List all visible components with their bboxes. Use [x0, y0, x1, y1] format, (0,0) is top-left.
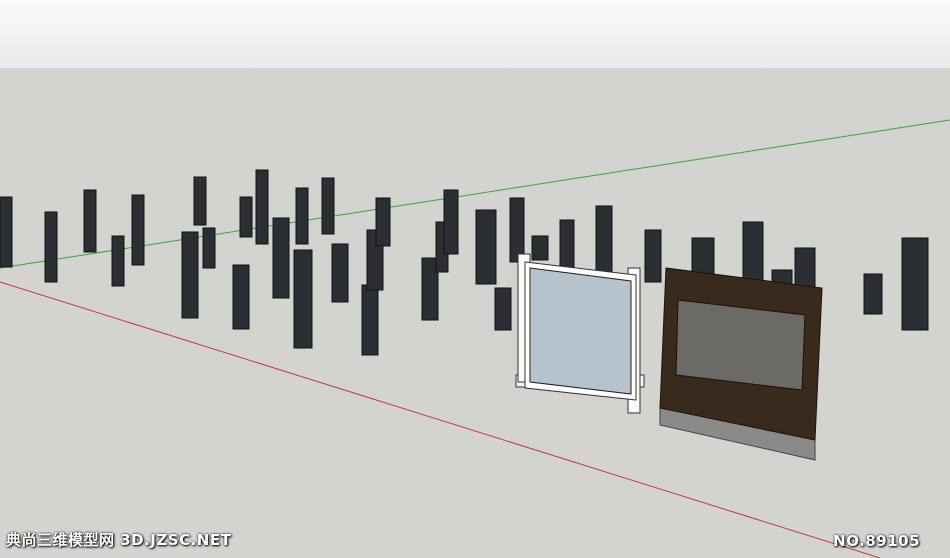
lattice-panel[interactable]: [361, 284, 379, 356]
lattice-panel[interactable]: [559, 219, 575, 271]
lattice-panel[interactable]: [901, 237, 929, 331]
lattice-panel[interactable]: [644, 229, 662, 283]
lattice-panel[interactable]: [232, 264, 250, 330]
lattice-panel[interactable]: [83, 189, 97, 253]
model-viewport[interactable]: [0, 0, 950, 558]
lattice-panel[interactable]: [443, 189, 459, 255]
white-screen[interactable]: [515, 253, 645, 414]
lattice-panel[interactable]: [494, 287, 512, 331]
lattice-panel[interactable]: [331, 243, 349, 303]
lattice-panel[interactable]: [295, 187, 309, 245]
lattice-panel[interactable]: [293, 249, 313, 349]
lattice-panel[interactable]: [595, 205, 613, 273]
lattice-panel[interactable]: [193, 176, 207, 226]
lattice-panel[interactable]: [863, 273, 883, 315]
lattice-panel[interactable]: [202, 227, 216, 269]
watermark-left: 典尚三维模型网 3D.JZSC.NET: [6, 531, 232, 549]
lattice-panel[interactable]: [131, 194, 145, 266]
watermark-right: NO.89105: [833, 532, 920, 550]
lattice-panel[interactable]: [375, 197, 391, 247]
lattice-panel[interactable]: [509, 197, 525, 263]
lattice-panel[interactable]: [255, 169, 269, 245]
lattice-panel[interactable]: [44, 211, 58, 283]
lattice-panel[interactable]: [239, 196, 253, 238]
lattice-panel[interactable]: [181, 231, 199, 319]
lattice-panel[interactable]: [272, 217, 290, 299]
lattice-panel[interactable]: [531, 235, 549, 261]
lattice-panel[interactable]: [111, 235, 125, 287]
wood-screen[interactable]: [659, 267, 823, 461]
lattice-panel[interactable]: [0, 196, 13, 268]
lattice-panel[interactable]: [321, 177, 335, 235]
lattice-panel[interactable]: [475, 209, 497, 285]
